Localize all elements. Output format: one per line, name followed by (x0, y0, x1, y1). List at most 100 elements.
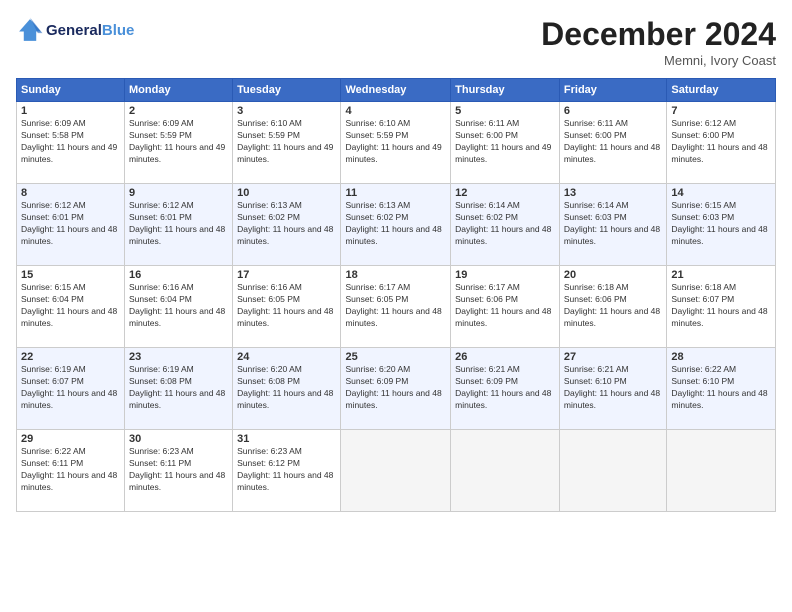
day-info: Sunrise: 6:13 AMSunset: 6:02 PMDaylight:… (345, 200, 446, 248)
col-saturday: Saturday (667, 79, 776, 102)
day-info: Sunrise: 6:22 AMSunset: 6:11 PMDaylight:… (21, 446, 120, 494)
day-number: 6 (564, 105, 662, 117)
table-row: 9Sunrise: 6:12 AMSunset: 6:01 PMDaylight… (125, 184, 233, 266)
calendar-week-row: 1Sunrise: 6:09 AMSunset: 5:58 PMDaylight… (17, 102, 776, 184)
day-number: 17 (237, 269, 336, 281)
day-number: 14 (671, 187, 771, 199)
table-row: 26Sunrise: 6:21 AMSunset: 6:09 PMDayligh… (451, 348, 560, 430)
table-row: 31Sunrise: 6:23 AMSunset: 6:12 PMDayligh… (233, 430, 341, 512)
day-info: Sunrise: 6:11 AMSunset: 6:00 PMDaylight:… (564, 118, 662, 166)
logo-icon (16, 16, 44, 44)
calendar-week-row: 8 Sunrise: 6:12 AMSunset: 6:01 PMDaylight… (17, 184, 776, 266)
day-number: 4 (345, 105, 446, 117)
day-info: Sunrise: 6:12 AMSunset: 6:00 PMDaylight:… (671, 118, 771, 166)
table-row: 29Sunrise: 6:22 AMSunset: 6:11 PMDayligh… (17, 430, 125, 512)
table-row: 11Sunrise: 6:13 AMSunset: 6:02 PMDayligh… (341, 184, 451, 266)
day-number: 21 (671, 269, 771, 281)
title-block: December 2024 Memni, Ivory Coast (541, 16, 776, 68)
table-row: 1Sunrise: 6:09 AMSunset: 5:58 PMDaylight… (17, 102, 125, 184)
calendar-table: Sunday Monday Tuesday Wednesday Thursday… (16, 78, 776, 512)
col-wednesday: Wednesday (341, 79, 451, 102)
header: GeneralBlue December 2024 Memni, Ivory C… (16, 16, 776, 68)
location-subtitle: Memni, Ivory Coast (541, 53, 776, 68)
day-number: 15 (21, 269, 120, 281)
day-info: Sunrise: 6:23 AMSunset: 6:12 PMDaylight:… (237, 446, 336, 494)
day-number: 10 (237, 187, 336, 199)
day-info: Sunrise: 6:12 AMSunset: 6:01 PMDaylight:… (129, 200, 228, 248)
day-number: 30 (129, 433, 228, 445)
day-number: 13 (564, 187, 662, 199)
calendar-header-row: Sunday Monday Tuesday Wednesday Thursday… (17, 79, 776, 102)
day-number: 9 (129, 187, 228, 199)
day-number: 27 (564, 351, 662, 363)
day-number: 8 (21, 187, 120, 199)
month-title: December 2024 (541, 16, 776, 53)
table-row (341, 430, 451, 512)
table-row: 12Sunrise: 6:14 AMSunset: 6:02 PMDayligh… (451, 184, 560, 266)
col-sunday: Sunday (17, 79, 125, 102)
day-info: Sunrise: 6:15 AMSunset: 6:04 PMDaylight:… (21, 282, 120, 330)
day-info: Sunrise: 6:18 AMSunset: 6:07 PMDaylight:… (671, 282, 771, 330)
table-row: 17Sunrise: 6:16 AMSunset: 6:05 PMDayligh… (233, 266, 341, 348)
table-row: 23Sunrise: 6:19 AMSunset: 6:08 PMDayligh… (125, 348, 233, 430)
calendar-week-row: 29Sunrise: 6:22 AMSunset: 6:11 PMDayligh… (17, 430, 776, 512)
table-row: 10Sunrise: 6:13 AMSunset: 6:02 PMDayligh… (233, 184, 341, 266)
day-number: 3 (237, 105, 336, 117)
day-number: 28 (671, 351, 771, 363)
table-row: 13Sunrise: 6:14 AMSunset: 6:03 PMDayligh… (559, 184, 666, 266)
day-number: 29 (21, 433, 120, 445)
table-row (667, 430, 776, 512)
table-row: 14Sunrise: 6:15 AMSunset: 6:03 PMDayligh… (667, 184, 776, 266)
table-row: 4Sunrise: 6:10 AMSunset: 5:59 PMDaylight… (341, 102, 451, 184)
day-info: Sunrise: 6:14 AMSunset: 6:03 PMDaylight:… (564, 200, 662, 248)
calendar-week-row: 22Sunrise: 6:19 AMSunset: 6:07 PMDayligh… (17, 348, 776, 430)
day-info: Sunrise: 6:13 AMSunset: 6:02 PMDaylight:… (237, 200, 336, 248)
table-row: 20Sunrise: 6:18 AMSunset: 6:06 PMDayligh… (559, 266, 666, 348)
day-number: 12 (455, 187, 555, 199)
day-info: Sunrise: 6:20 AMSunset: 6:09 PMDaylight:… (345, 364, 446, 412)
day-info: Sunrise: 6:19 AMSunset: 6:08 PMDaylight:… (129, 364, 228, 412)
table-row: 24Sunrise: 6:20 AMSunset: 6:08 PMDayligh… (233, 348, 341, 430)
table-row: 3Sunrise: 6:10 AMSunset: 5:59 PMDaylight… (233, 102, 341, 184)
table-row: 18Sunrise: 6:17 AMSunset: 6:05 PMDayligh… (341, 266, 451, 348)
day-number: 22 (21, 351, 120, 363)
day-number: 26 (455, 351, 555, 363)
logo: GeneralBlue (16, 16, 134, 44)
day-number: 11 (345, 187, 446, 199)
table-row: 28Sunrise: 6:22 AMSunset: 6:10 PMDayligh… (667, 348, 776, 430)
day-number: 18 (345, 269, 446, 281)
day-number: 20 (564, 269, 662, 281)
col-thursday: Thursday (451, 79, 560, 102)
day-info: Sunrise: 6:11 AMSunset: 6:00 PMDaylight:… (455, 118, 555, 166)
table-row (451, 430, 560, 512)
table-row (559, 430, 666, 512)
table-row: 7Sunrise: 6:12 AMSunset: 6:00 PMDaylight… (667, 102, 776, 184)
day-number: 19 (455, 269, 555, 281)
col-monday: Monday (125, 79, 233, 102)
day-info: Sunrise: 6:16 AMSunset: 6:04 PMDaylight:… (129, 282, 228, 330)
day-info: Sunrise: 6:10 AMSunset: 5:59 PMDaylight:… (345, 118, 446, 166)
day-info: Sunrise: 6:23 AMSunset: 6:11 PMDaylight:… (129, 446, 228, 494)
table-row: 8Sunrise: 6:12 AMSunset: 6:01 PMDaylight… (17, 184, 125, 266)
day-info: Sunrise: 6:17 AMSunset: 6:06 PMDaylight:… (455, 282, 555, 330)
table-row: 5Sunrise: 6:11 AMSunset: 6:00 PMDaylight… (451, 102, 560, 184)
table-row: 15Sunrise: 6:15 AMSunset: 6:04 PMDayligh… (17, 266, 125, 348)
table-row: 16Sunrise: 6:16 AMSunset: 6:04 PMDayligh… (125, 266, 233, 348)
day-info: Sunrise: 6:15 AMSunset: 6:03 PMDaylight:… (671, 200, 771, 248)
day-info: Sunrise: 6:09 AMSunset: 5:59 PMDaylight:… (129, 118, 228, 166)
day-number: 25 (345, 351, 446, 363)
day-info: Sunrise: 6:20 AMSunset: 6:08 PMDaylight:… (237, 364, 336, 412)
day-number: 23 (129, 351, 228, 363)
table-row: 6Sunrise: 6:11 AMSunset: 6:00 PMDaylight… (559, 102, 666, 184)
table-row: 19Sunrise: 6:17 AMSunset: 6:06 PMDayligh… (451, 266, 560, 348)
calendar-page: GeneralBlue December 2024 Memni, Ivory C… (0, 0, 792, 612)
logo-text: GeneralBlue (46, 22, 134, 39)
col-tuesday: Tuesday (233, 79, 341, 102)
day-info: Sunrise: 6:18 AMSunset: 6:06 PMDaylight:… (564, 282, 662, 330)
day-info: Sunrise: 6:19 AMSunset: 6:07 PMDaylight:… (21, 364, 120, 412)
table-row: 21Sunrise: 6:18 AMSunset: 6:07 PMDayligh… (667, 266, 776, 348)
table-row: 25Sunrise: 6:20 AMSunset: 6:09 PMDayligh… (341, 348, 451, 430)
day-info: Sunrise: 6:22 AMSunset: 6:10 PMDaylight:… (671, 364, 771, 412)
day-info: Sunrise: 6:14 AMSunset: 6:02 PMDaylight:… (455, 200, 555, 248)
table-row: 27Sunrise: 6:21 AMSunset: 6:10 PMDayligh… (559, 348, 666, 430)
